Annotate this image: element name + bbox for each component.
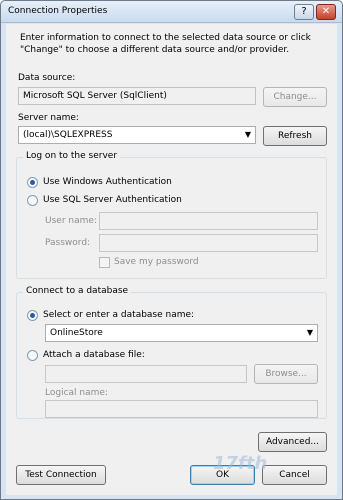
refresh-button[interactable]: Refresh (263, 126, 327, 146)
close-button[interactable]: ✕ (316, 4, 336, 20)
connection-properties-dialog: Connection Properties ? ✕ Enter informat… (0, 0, 343, 500)
data-source-value: Microsoft SQL Server (SqlClient) (23, 91, 167, 101)
windows-auth-label[interactable]: Use Windows Authentication (43, 177, 172, 187)
change-button[interactable]: Change... (263, 87, 327, 107)
dialog-body: Enter information to connect to the sele… (6, 24, 337, 495)
save-password-label[interactable]: Save my password (114, 257, 199, 267)
cancel-button[interactable]: Cancel (262, 465, 327, 485)
password-field[interactable] (99, 234, 318, 252)
chevron-down-icon[interactable]: ▼ (245, 130, 251, 139)
server-name-combo[interactable]: (local)\SQLEXPRESS ▼ (18, 126, 256, 144)
select-database-radio[interactable] (27, 310, 38, 321)
database-name-value: OnlineStore (50, 328, 103, 338)
test-connection-button[interactable]: Test Connection (16, 465, 106, 485)
logical-name-label: Logical name: (45, 388, 108, 398)
server-name-label: Server name: (18, 113, 79, 123)
advanced-button[interactable]: Advanced... (258, 432, 327, 452)
title-bar: Connection Properties ? ✕ (1, 1, 342, 23)
data-source-label: Data source: (18, 73, 76, 83)
database-group: Connect to a database Select or enter a … (16, 286, 327, 419)
select-database-label[interactable]: Select or enter a database name: (43, 310, 194, 320)
intro-text: Enter information to connect to the sele… (20, 33, 311, 55)
database-file-field[interactable] (45, 365, 247, 383)
save-password-checkbox[interactable] (99, 257, 110, 268)
logical-name-field[interactable] (45, 400, 318, 418)
data-source-field: Microsoft SQL Server (SqlClient) (18, 87, 256, 105)
attach-file-label[interactable]: Attach a database file: (43, 350, 145, 360)
database-name-combo[interactable]: OnlineStore ▼ (45, 324, 318, 342)
watermark-logo: 17fth (213, 453, 268, 474)
sql-auth-label[interactable]: Use SQL Server Authentication (43, 195, 182, 205)
server-name-value: (local)\SQLEXPRESS (23, 130, 113, 140)
browse-button[interactable]: Browse... (254, 364, 318, 384)
help-button[interactable]: ? (294, 4, 314, 20)
sql-auth-radio[interactable] (27, 195, 38, 206)
window-title: Connection Properties (8, 6, 108, 16)
logon-group-title: Log on to the server (23, 151, 121, 161)
database-group-title: Connect to a database (23, 286, 132, 296)
attach-file-radio[interactable] (27, 350, 38, 361)
chevron-down-icon[interactable]: ▼ (307, 328, 313, 337)
user-name-label: User name: (45, 216, 97, 226)
password-label: Password: (45, 238, 91, 248)
windows-auth-radio[interactable] (27, 177, 38, 188)
logon-group: Log on to the server Use Windows Authent… (16, 151, 327, 279)
user-name-field[interactable] (99, 212, 318, 230)
